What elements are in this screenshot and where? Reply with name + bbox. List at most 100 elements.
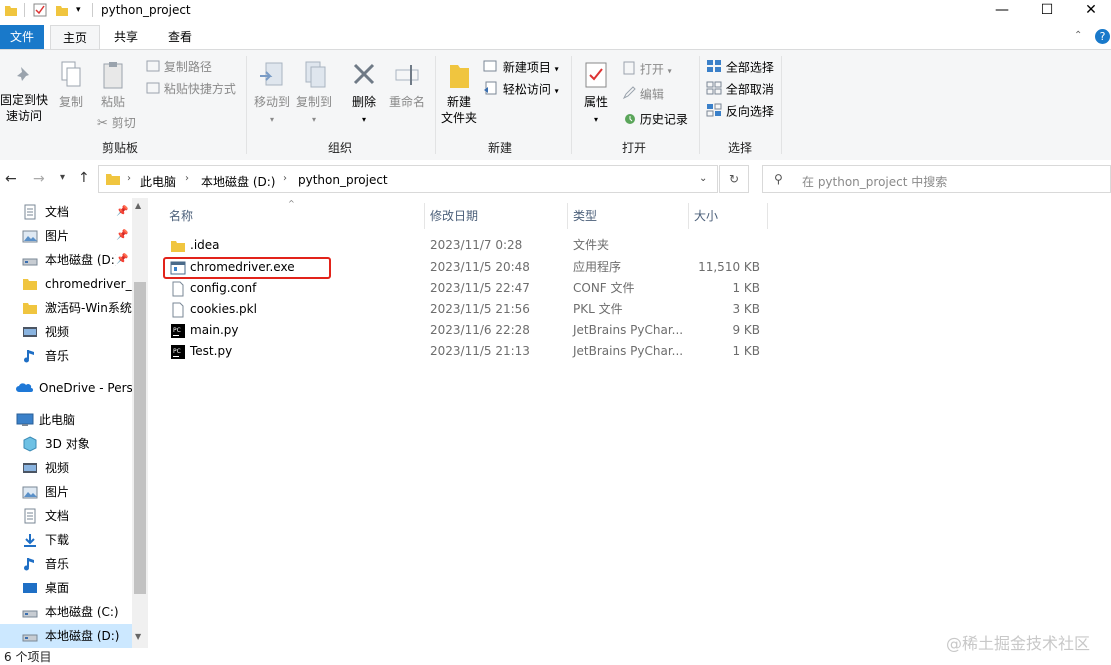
sidebar-item-3[interactable]: chromedriver_win32 <box>0 272 132 296</box>
new-folder-button[interactable]: 新建 文件夹 <box>438 60 480 126</box>
breadcrumb-drive-d[interactable]: 本地磁盘 (D:) <box>201 173 275 190</box>
scroll-down-icon[interactable]: ▼ <box>135 632 141 641</box>
sidebar-item-17[interactable]: 本地磁盘 (D:) <box>0 624 132 648</box>
column-header-size[interactable]: 大小 <box>694 207 718 224</box>
address-bar[interactable]: › 此电脑 › 本地磁盘 (D:) › python_project ⌄ <box>98 165 718 193</box>
column-header-name[interactable]: 名称 <box>169 207 193 224</box>
breadcrumb-this-pc[interactable]: 此电脑 <box>140 173 176 190</box>
file-row[interactable]: PC main.py 2023/11/6 22:28 JetBrains PyChar… <box>164 320 774 341</box>
minimize-button[interactable]: — <box>979 0 1025 22</box>
sidebar-item-label: 激活码-Win系统 <box>45 301 132 315</box>
properties-button[interactable]: 属性 ▾ <box>578 60 614 128</box>
sidebar-item-16[interactable]: 本地磁盘 (C:) <box>0 600 132 624</box>
paste-shortcut-button[interactable]: 粘贴快捷方式 <box>146 81 236 98</box>
sidebar-item-5[interactable]: 视频 <box>0 320 132 344</box>
select-none-button[interactable]: 全部取消 <box>706 81 774 99</box>
chevron-right-icon: › <box>283 173 287 184</box>
column-divider[interactable] <box>767 203 768 229</box>
copy-to-button[interactable]: 复制到 ▾ <box>294 60 334 128</box>
sidebar-item-4[interactable]: 激活码-Win系统 <box>0 296 132 320</box>
close-button[interactable]: ✕ <box>1068 0 1111 22</box>
sidebar-item-label: chromedriver_win32 <box>45 277 132 291</box>
refresh-button[interactable]: ↻ <box>719 165 749 193</box>
maximize-button[interactable]: ☐ <box>1024 0 1070 22</box>
file-size: 1 KB <box>732 281 760 295</box>
drive-icon <box>22 252 38 272</box>
sidebar-item-7[interactable]: OneDrive - Personal <box>0 376 132 400</box>
select-all-button[interactable]: 全部选择 <box>706 59 774 77</box>
folder-icon <box>22 276 38 296</box>
sidebar-item-label: 本地磁盘 (D:) <box>45 253 120 267</box>
customize-toolbar-icon[interactable]: ▾ <box>76 3 90 17</box>
sidebar-item-1[interactable]: 图片 📌 <box>0 224 132 248</box>
status-item-count: 6 个项目 <box>4 650 52 664</box>
cut-button[interactable]: ✂ 剪切 <box>97 115 136 132</box>
pin-quick-access-button[interactable]: 固定到快 速访问 <box>0 64 48 124</box>
sidebar-item-0[interactable]: 文档 📌 <box>0 200 132 224</box>
edit-button[interactable]: 编辑 <box>622 86 664 104</box>
file-row[interactable]: config.conf 2023/11/5 22:47 CONF 文件 1 KB <box>164 278 774 299</box>
tab-file[interactable]: 文件 <box>0 25 44 49</box>
sidebar-item-9[interactable]: 3D 对象 <box>0 432 132 456</box>
sidebar-item-14[interactable]: 音乐 <box>0 552 132 576</box>
dropdown-arrow-icon: ▾ <box>554 64 559 74</box>
file-name: config.conf <box>190 281 257 295</box>
column-divider[interactable] <box>424 203 425 229</box>
chevron-right-icon: › <box>185 173 189 184</box>
up-arrow-icon[interactable]: ↑ <box>78 170 90 186</box>
sidebar-item-label: 图片 <box>45 229 70 243</box>
new-folder-quick-icon[interactable] <box>55 3 69 17</box>
properties-quick-icon[interactable] <box>33 3 47 17</box>
copy-path-button[interactable]: 复制路径 <box>146 59 212 76</box>
pin-icon: 📌 <box>116 200 129 224</box>
help-icon[interactable]: ? <box>1095 29 1110 44</box>
nav-scrollbar-thumb[interactable] <box>134 282 146 594</box>
sidebar-item-11[interactable]: 图片 <box>0 480 132 504</box>
search-box[interactable]: ⚲ 在 python_project 中搜索 <box>762 165 1111 193</box>
column-divider[interactable] <box>567 203 568 229</box>
sidebar-item-label: 视频 <box>45 325 70 339</box>
file-name: .idea <box>190 238 220 252</box>
sidebar-item-15[interactable]: 桌面 <box>0 576 132 600</box>
scroll-up-icon[interactable]: ▲ <box>135 201 141 210</box>
sidebar-item-8[interactable]: 此电脑 <box>0 408 132 432</box>
move-to-button[interactable]: 移动到 ▾ <box>252 60 292 128</box>
sidebar-item-12[interactable]: 文档 <box>0 504 132 528</box>
history-button[interactable]: 历史记录 <box>622 111 688 129</box>
sidebar-item-13[interactable]: 下载 <box>0 528 132 552</box>
open-button[interactable]: 打开 ▾ <box>622 61 672 80</box>
sidebar-item-2[interactable]: 本地磁盘 (D:) 📌 <box>0 248 132 272</box>
file-size: 11,510 KB <box>698 260 760 274</box>
select-none-label: 全部取消 <box>725 82 774 97</box>
column-divider[interactable] <box>688 203 689 229</box>
chevron-down-icon[interactable]: ⌄ <box>699 173 707 184</box>
breadcrumb-current-folder[interactable]: python_project <box>298 173 388 187</box>
sidebar-item-6[interactable]: 音乐 <box>0 344 132 368</box>
rename-button[interactable]: 重命名 <box>386 60 428 110</box>
tab-share[interactable]: 共享 <box>104 25 148 49</box>
file-row[interactable]: PC Test.py 2023/11/5 21:13 JetBrains PyChar… <box>164 341 774 362</box>
tab-view[interactable]: 查看 <box>156 25 204 49</box>
properties-icon <box>582 60 610 94</box>
invert-selection-button[interactable]: 反向选择 <box>706 103 774 121</box>
back-arrow-icon[interactable]: ← <box>5 171 17 187</box>
recent-locations-icon[interactable]: ▾ <box>60 172 65 183</box>
collapse-ribbon-icon[interactable]: ⌃ <box>1074 30 1082 41</box>
new-item-button[interactable]: 新建项目 ▾ <box>483 59 559 78</box>
column-header-type[interactable]: 类型 <box>573 207 597 224</box>
sidebar-item-10[interactable]: 视频 <box>0 456 132 480</box>
search-icon: ⚲ <box>774 172 783 186</box>
paste-button[interactable]: 粘贴 <box>96 60 130 110</box>
delete-button[interactable]: 删除 ▾ <box>346 60 382 128</box>
file-row[interactable]: .idea 2023/11/7 0:28 文件夹 <box>164 235 774 256</box>
easy-access-button[interactable]: 轻松访问 ▾ <box>483 81 559 100</box>
file-row[interactable]: cookies.pkl 2023/11/5 21:56 PKL 文件 3 KB <box>164 299 774 320</box>
divider <box>92 3 93 17</box>
forward-arrow-icon[interactable]: → <box>33 171 45 187</box>
copy-button[interactable]: 复制 <box>54 60 88 110</box>
pycharm-icon: PC <box>170 344 186 367</box>
column-header-date[interactable]: 修改日期 <box>430 207 478 224</box>
sort-ascending-icon: ^ <box>288 199 295 208</box>
delete-icon <box>350 60 378 94</box>
tab-home[interactable]: 主页 <box>50 25 100 50</box>
